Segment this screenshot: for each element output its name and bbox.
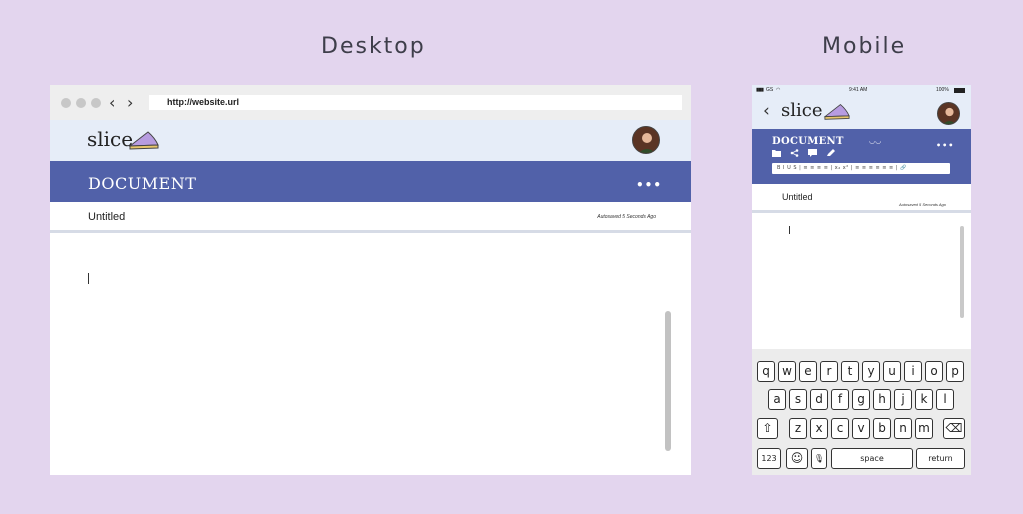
key-r[interactable]: r	[820, 361, 838, 382]
mobile-user-avatar[interactable]	[937, 102, 960, 125]
key-f[interactable]: f	[831, 389, 849, 410]
key-q[interactable]: q	[757, 361, 775, 382]
key-n[interactable]: n	[894, 418, 912, 439]
key-s[interactable]: s	[789, 389, 807, 410]
key-d[interactable]: d	[810, 389, 828, 410]
key-l[interactable]: l	[936, 389, 954, 410]
key-i[interactable]: i	[904, 361, 922, 382]
key-y[interactable]: y	[862, 361, 880, 382]
window-close-dot[interactable]	[61, 98, 71, 108]
key-c[interactable]: c	[831, 418, 849, 439]
formatting-toolbar[interactable]: B I U S | ≡ ≡ ≡ ≡ | x₂ x² | ≡ ≡ ≡ ≡ ≡ ≡ …	[772, 163, 950, 174]
status-time: 9:41 AM	[849, 87, 868, 93]
desktop-label: Desktop	[321, 34, 426, 59]
key-e[interactable]: e	[799, 361, 817, 382]
key-o[interactable]: o	[925, 361, 943, 382]
shift-key[interactable]: ⇧	[757, 418, 778, 439]
key-z[interactable]: z	[789, 418, 807, 439]
autosave-status: Autosaved 5 Seconds Ago	[597, 214, 656, 220]
text-cursor	[88, 273, 89, 284]
status-bar: ▮▮▮▮ GS ◠ 9:41 AM 100%	[752, 85, 971, 95]
document-filename[interactable]: Untitled	[88, 211, 125, 223]
key-h[interactable]: h	[873, 389, 891, 410]
mobile-scrollbar[interactable]	[960, 226, 964, 318]
document-heading: DOCUMENT	[88, 174, 197, 193]
return-key[interactable]: return	[916, 448, 965, 469]
mobile-document-filename[interactable]: Untitled	[782, 192, 813, 202]
backspace-key[interactable]: ⌫	[943, 418, 965, 439]
forward-arrow-icon[interactable]: ›	[127, 93, 133, 112]
key-t[interactable]: t	[841, 361, 859, 382]
mobile-title-bar: Untitled Autosaved 5 Seconds Ago	[752, 184, 971, 213]
key-w[interactable]: w	[778, 361, 796, 382]
key-m[interactable]: m	[915, 418, 933, 439]
carrier-name: GS	[766, 87, 774, 93]
mobile-autosave-status: Autosaved 5 Seconds Ago	[899, 202, 946, 207]
mobile-label: Mobile	[822, 34, 907, 59]
mobile-document-heading: DOCUMENT	[772, 136, 844, 147]
desktop-mockup: ‹ › http://website.url slice DOCUMENT ••…	[50, 85, 691, 475]
scrollbar[interactable]	[665, 311, 671, 451]
document-band: DOCUMENT •••	[50, 161, 691, 202]
app-header: slice	[50, 120, 691, 161]
mobile-app-header: ‹ slice	[752, 95, 971, 129]
signal-icon: ▮▮▮▮	[756, 87, 764, 93]
pie-slice-logo-icon	[128, 131, 159, 150]
folder-icon[interactable]	[772, 149, 781, 157]
microphone-key[interactable]: 🎙	[811, 448, 827, 469]
share-icon[interactable]	[790, 149, 799, 157]
mobile-document-band: DOCUMENT ◡◡ ••• B I U S | ≡ ≡ ≡ ≡ | x₂ x…	[752, 129, 971, 184]
mobile-text-cursor	[789, 226, 790, 234]
wifi-icon: ◠	[776, 87, 781, 93]
key-g[interactable]: g	[852, 389, 870, 410]
title-bar: Untitled Autosaved 5 Seconds Ago	[50, 202, 691, 233]
avatar-icon	[633, 127, 659, 153]
mobile-mockup: ▮▮▮▮ GS ◠ 9:41 AM 100% ‹ slice DOCUMENT …	[752, 85, 971, 475]
comment-icon[interactable]	[808, 149, 817, 157]
on-screen-keyboard: qwertyuiop asdfghjkl zxcvbnm ⇧ ⌫ 123 ☺ 🎙…	[752, 349, 971, 475]
key-j[interactable]: j	[894, 389, 912, 410]
back-icon[interactable]: ‹	[763, 101, 770, 121]
key-v[interactable]: v	[852, 418, 870, 439]
window-maximize-dot[interactable]	[91, 98, 101, 108]
pencil-icon[interactable]	[826, 149, 835, 157]
key-p[interactable]: p	[946, 361, 964, 382]
user-avatar[interactable]	[632, 126, 660, 154]
key-x[interactable]: x	[810, 418, 828, 439]
key-a[interactable]: a	[768, 389, 786, 410]
emoji-key[interactable]: ☺	[786, 448, 808, 469]
mobile-more-options-icon[interactable]: •••	[936, 141, 954, 150]
more-options-icon[interactable]: •••	[636, 178, 662, 192]
window-minimize-dot[interactable]	[76, 98, 86, 108]
browser-chrome: ‹ › http://website.url	[50, 85, 691, 120]
url-bar[interactable]: http://website.url	[149, 95, 682, 110]
mobile-logo-text[interactable]: slice	[781, 100, 822, 121]
numbers-key[interactable]: 123	[757, 448, 781, 469]
battery-icon	[954, 88, 965, 93]
key-u[interactable]: u	[883, 361, 901, 382]
key-b[interactable]: b	[873, 418, 891, 439]
eye-icon[interactable]: ◡◡	[869, 137, 881, 145]
back-arrow-icon[interactable]: ‹	[109, 93, 115, 112]
battery-level: 100%	[936, 87, 949, 93]
space-key[interactable]: space	[831, 448, 913, 469]
pie-slice-logo-icon	[823, 104, 850, 120]
avatar-icon	[938, 103, 959, 124]
key-k[interactable]: k	[915, 389, 933, 410]
